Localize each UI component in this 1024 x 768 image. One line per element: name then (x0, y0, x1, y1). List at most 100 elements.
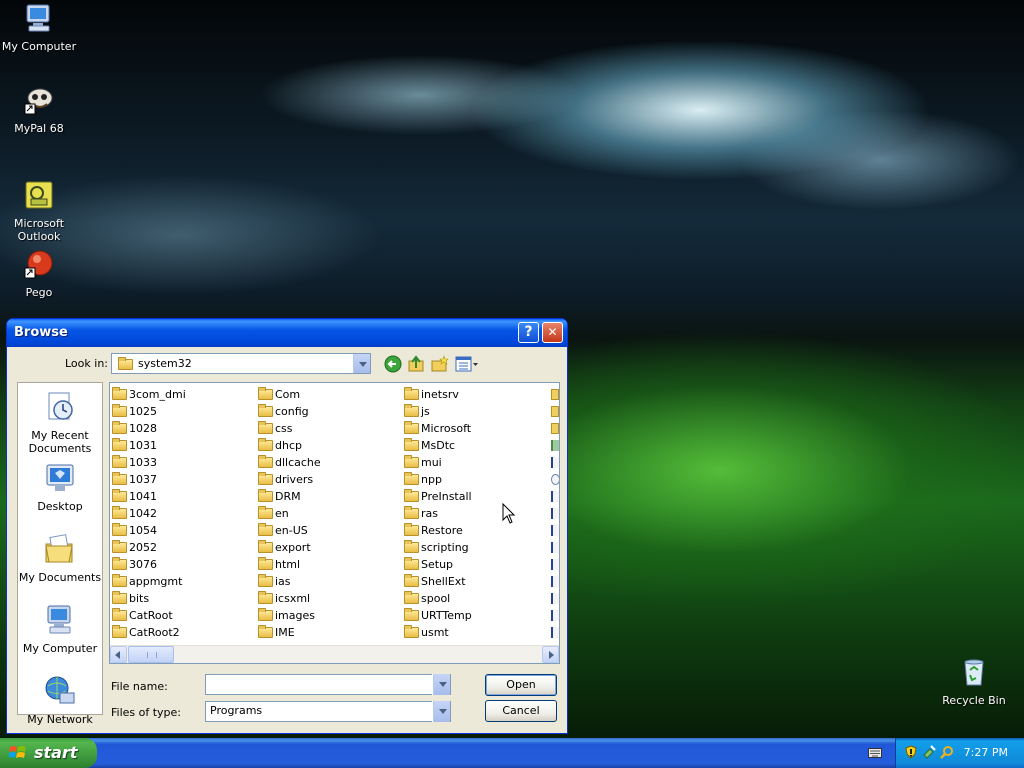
folder-item[interactable]: CatRoot2 (111, 624, 186, 641)
folder-item[interactable]: dllcache (257, 454, 321, 471)
folder-item[interactable]: URTTemp (403, 607, 472, 624)
folder-label: URTTemp (421, 609, 472, 622)
folder-item[interactable]: IME (257, 624, 321, 641)
folder-item[interactable]: css (257, 420, 321, 437)
folder-item[interactable]: 1041 (111, 488, 186, 505)
desktop-icon-my-computer[interactable]: My Computer (0, 2, 78, 53)
file-column: inetsrv js Microsoft MsDtc mui npp PreInstall r… (403, 386, 472, 641)
folder-item[interactable]: Setup (403, 556, 472, 573)
place-my-documents[interactable]: My Documents (18, 532, 102, 584)
folder-item[interactable]: 3076 (111, 556, 186, 573)
folder-item[interactable]: mui (403, 454, 472, 471)
horizontal-scrollbar[interactable] (110, 645, 559, 663)
folder-label: export (275, 541, 311, 554)
folder-item[interactable]: export (257, 539, 321, 556)
scroll-left-button[interactable] (110, 646, 127, 663)
place-my-computer[interactable]: My Computer (18, 603, 102, 655)
folder-item[interactable]: en-US (257, 522, 321, 539)
open-button[interactable]: Open (485, 674, 557, 696)
folder-item[interactable]: usmt (403, 624, 472, 641)
folder-item[interactable]: 1025 (111, 403, 186, 420)
folder-item[interactable]: drivers (257, 471, 321, 488)
folder-item[interactable]: scripting (403, 539, 472, 556)
folder-item[interactable]: html (257, 556, 321, 573)
folder-item[interactable]: ras (403, 505, 472, 522)
folder-label: bits (129, 592, 150, 605)
search-icon[interactable] (940, 745, 954, 759)
folder-item[interactable]: js (403, 403, 472, 420)
folder-icon (258, 472, 273, 485)
folder-item[interactable]: 1037 (111, 471, 186, 488)
folder-item[interactable]: MsDtc (403, 437, 472, 454)
place-desktop[interactable]: Desktop (18, 461, 102, 513)
files-of-type-arrow[interactable] (432, 701, 450, 722)
folder-item[interactable]: 1033 (111, 454, 186, 471)
folder-icon (404, 540, 419, 553)
file-list[interactable]: 3com_dmi 1025 1028 1031 1033 1037 1041 1042 1054… (109, 382, 560, 664)
file-name-dropdown[interactable] (432, 674, 450, 695)
outlook-icon (25, 181, 53, 209)
file-name-combo[interactable] (205, 674, 451, 695)
folder-item[interactable]: Microsoft (403, 420, 472, 437)
view-menu-icon[interactable] (455, 355, 479, 373)
folder-item[interactable]: 1028 (111, 420, 186, 437)
folder-label: usmt (421, 626, 449, 639)
folder-item[interactable]: 3com_dmi (111, 386, 186, 403)
look-in-dropdown[interactable]: system32 (111, 353, 371, 374)
folder-item[interactable]: inetsrv (403, 386, 472, 403)
folder-item[interactable]: 1042 (111, 505, 186, 522)
new-folder-icon[interactable] (431, 355, 449, 373)
folder-item[interactable]: 2052 (111, 539, 186, 556)
files-of-type-label: Files of type: (111, 706, 182, 719)
folder-icon (112, 608, 127, 621)
folder-item[interactable]: appmgmt (111, 573, 186, 590)
scroll-right-button[interactable] (542, 646, 559, 663)
folder-item[interactable]: ias (257, 573, 321, 590)
folder-icon (112, 455, 127, 468)
desktop-icon-outlook[interactable]: Microsoft Outlook (0, 166, 78, 256)
chevron-down-icon[interactable] (433, 701, 450, 722)
files-of-type-dropdown[interactable]: Programs (205, 701, 451, 722)
back-icon[interactable] (384, 355, 402, 373)
folder-item[interactable]: spool (403, 590, 472, 607)
folder-item[interactable]: dhcp (257, 437, 321, 454)
place-my-network[interactable]: My Network (18, 674, 102, 726)
keyboard-icon[interactable] (868, 747, 882, 759)
dialog-title: Browse (14, 325, 68, 340)
folder-item[interactable]: Com (257, 386, 321, 403)
desktop-icon-mypal[interactable]: MyPal 68 (0, 84, 78, 135)
place-recent-documents[interactable]: My Recent Documents (18, 390, 102, 455)
folder-item[interactable]: config (257, 403, 321, 420)
chevron-down-icon[interactable] (433, 674, 450, 695)
desktop-icon-recycle-bin[interactable]: Recycle Bin (935, 656, 1013, 707)
folder-item[interactable]: PreInstall (403, 488, 472, 505)
chevron-down-icon[interactable] (353, 354, 370, 373)
folder-label: dllcache (275, 456, 321, 469)
cancel-button[interactable]: Cancel (485, 700, 557, 722)
folder-item[interactable]: Restore (403, 522, 472, 539)
scroll-thumb[interactable] (128, 646, 174, 663)
folder-item[interactable]: DRM (257, 488, 321, 505)
dialog-titlebar[interactable]: Browse ? ✕ (7, 319, 567, 347)
help-button[interactable]: ? (518, 322, 539, 343)
up-folder-icon[interactable] (407, 355, 425, 373)
folder-icon (404, 625, 419, 638)
folder-item[interactable]: 1031 (111, 437, 186, 454)
folder-icon (404, 574, 419, 587)
folder-item[interactable]: bits (111, 590, 186, 607)
folder-item[interactable]: CatRoot (111, 607, 186, 624)
folder-item[interactable]: icsxml (257, 590, 321, 607)
desktop-icon-label: Pego (25, 286, 53, 299)
folder-item[interactable]: ShellExt (403, 573, 472, 590)
folder-item[interactable]: npp (403, 471, 472, 488)
folder-item[interactable]: 1054 (111, 522, 186, 539)
safely-remove-hardware-icon[interactable] (922, 745, 936, 759)
pego-icon (24, 250, 53, 279)
close-button[interactable]: ✕ (542, 322, 563, 343)
folder-item[interactable]: en (257, 505, 321, 522)
mypal-browser-icon (24, 88, 53, 115)
folder-item[interactable]: images (257, 607, 321, 624)
desktop-icon-pego[interactable]: Pego (0, 248, 78, 299)
start-button[interactable]: start (0, 738, 97, 768)
security-shield-icon[interactable] (904, 745, 918, 759)
